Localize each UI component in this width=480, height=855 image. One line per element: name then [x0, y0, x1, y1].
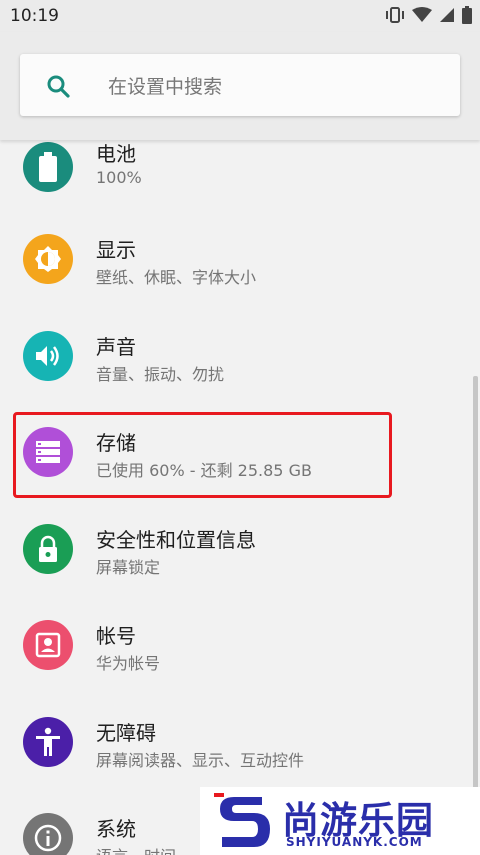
settings-item-title: 无障碍 [96, 721, 156, 745]
settings-item-display[interactable]: 显示 壁纸、休眠、字体大小 [0, 220, 470, 316]
settings-item-battery[interactable]: 电池 100% [0, 140, 470, 220]
settings-item-title: 电池 [96, 142, 136, 166]
scrollbar[interactable] [473, 376, 478, 836]
highlight-box [13, 412, 392, 498]
lock-icon [23, 524, 73, 574]
volume-icon [23, 331, 73, 381]
settings-item-title: 系统 [96, 817, 136, 841]
search-input[interactable]: 在设置中搜索 [20, 54, 460, 116]
settings-item-security[interactable]: 安全性和位置信息 屏幕锁定 [0, 510, 470, 606]
brightness-icon [23, 234, 73, 284]
settings-item-title: 安全性和位置信息 [96, 528, 256, 552]
status-time: 10:19 [10, 6, 59, 26]
search-header: 在设置中搜索 [0, 32, 480, 140]
battery-icon [462, 6, 472, 24]
info-icon [23, 813, 73, 855]
settings-item-subtitle: 屏幕阅读器、显示、互动控件 [96, 751, 305, 770]
red-mark [214, 793, 224, 797]
wifi-icon [412, 7, 432, 23]
settings-item-title: 声音 [96, 335, 136, 359]
account-icon [23, 620, 73, 670]
search-placeholder: 在设置中搜索 [108, 76, 223, 98]
search-icon [46, 74, 70, 102]
settings-item-title: 显示 [96, 238, 136, 262]
settings-item-sound[interactable]: 声音 音量、振动、勿扰 [0, 317, 470, 413]
vibrate-icon [385, 7, 405, 23]
signal-icon [439, 7, 455, 23]
settings-item-subtitle: 音量、振动、勿扰 [96, 365, 225, 384]
settings-item-title: 帐号 [96, 624, 136, 648]
settings-item-account[interactable]: 帐号 华为帐号 [0, 606, 470, 702]
logo-s-icon [214, 791, 274, 851]
watermark-domain: SHYIYUANYK.COM [286, 835, 423, 849]
settings-list: 电池 100% 显示 壁纸、休眠、字体大小 声音 音量、振动、勿扰 存储 已使用… [0, 140, 480, 855]
settings-item-subtitle: 壁纸、休眠、字体大小 [96, 268, 257, 287]
accessibility-icon [23, 717, 73, 767]
watermark-logo: 尚游乐园 SHYIYUANYK.COM [200, 787, 480, 855]
settings-item-subtitle: 屏幕锁定 [96, 558, 161, 577]
settings-item-subtitle: 语言、时间 [96, 843, 176, 855]
status-bar: 10:19 [0, 0, 480, 32]
settings-item-accessibility[interactable]: 无障碍 屏幕阅读器、显示、互动控件 [0, 703, 470, 799]
settings-item-subtitle: 100% [96, 168, 142, 187]
battery-icon [23, 142, 73, 192]
settings-item-subtitle: 华为帐号 [96, 654, 161, 673]
